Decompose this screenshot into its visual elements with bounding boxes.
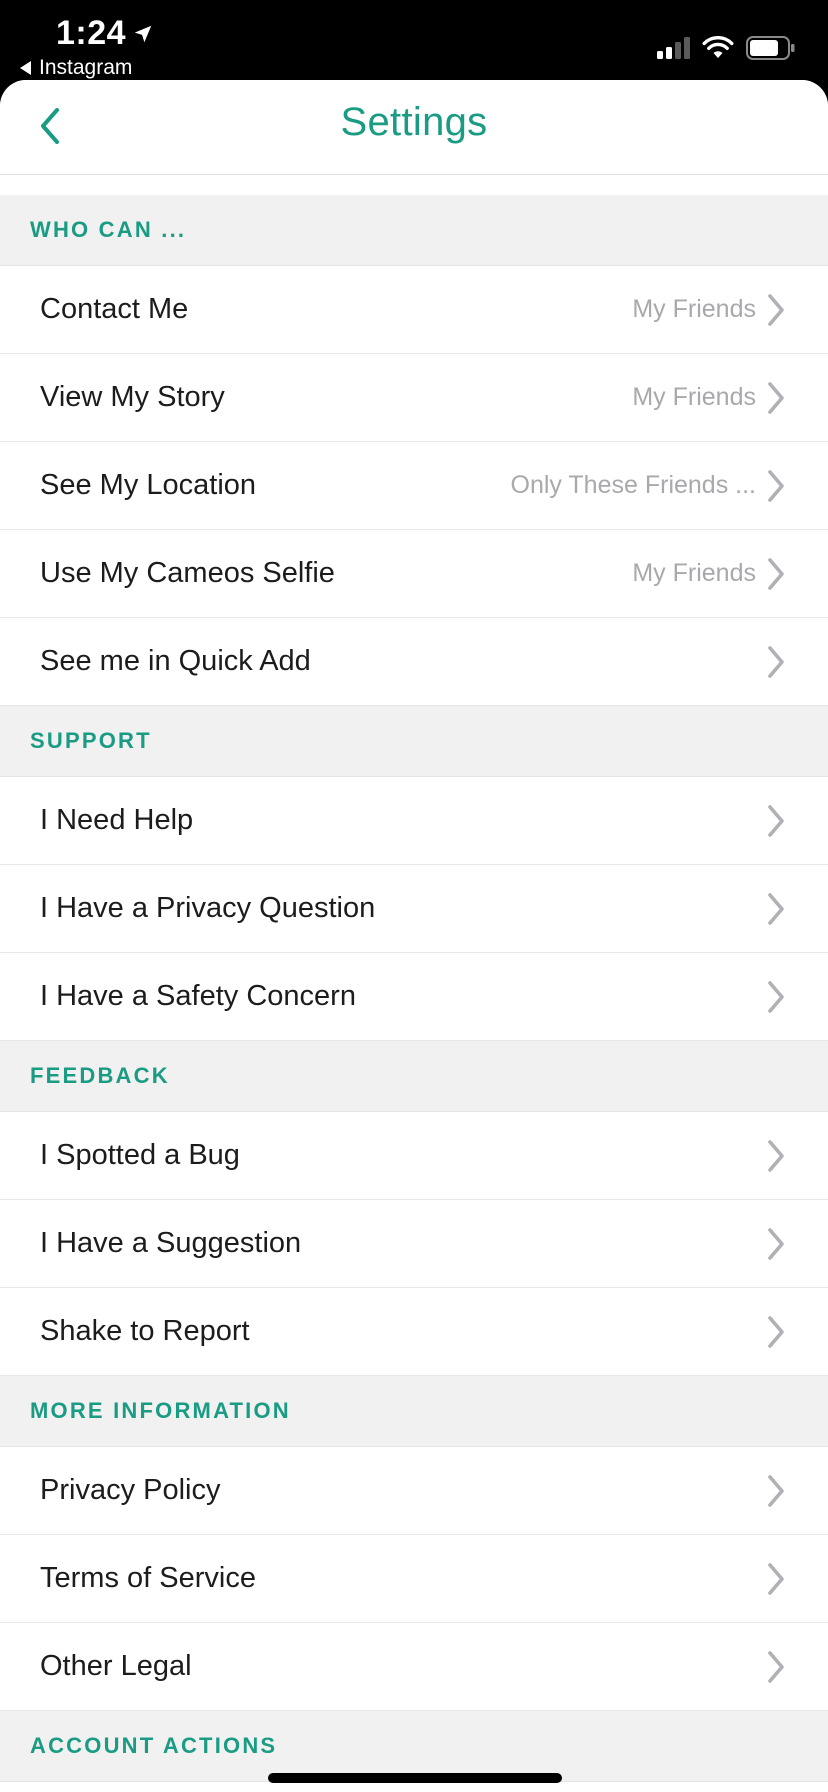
- settings-row[interactable]: I Have a Suggestion: [0, 1200, 828, 1288]
- settings-row[interactable]: Use My Cameos Selfie My Friends: [0, 530, 828, 618]
- settings-row-label: I Have a Privacy Question: [40, 892, 376, 924]
- chevron-right-icon: [764, 1649, 788, 1685]
- location-arrow-icon: [134, 25, 152, 42]
- settings-row-value: My Friends: [632, 295, 756, 323]
- section-header: SUPPORT: [0, 706, 828, 777]
- settings-row[interactable]: I Have a Privacy Question: [0, 865, 828, 953]
- chevron-right-icon: [764, 292, 788, 328]
- chevron-right-icon: [764, 556, 788, 592]
- section-header: ACCOUNT ACTIONS: [0, 1711, 828, 1782]
- chevron-right-icon: [764, 979, 788, 1015]
- chevron-right-icon: [764, 1226, 788, 1262]
- settings-row-label: Privacy Policy: [40, 1474, 221, 1506]
- settings-row-value: My Friends: [632, 559, 756, 587]
- settings-row[interactable]: View My Story My Friends: [0, 354, 828, 442]
- chevron-right-icon: [764, 380, 788, 416]
- wifi-icon: [702, 36, 734, 58]
- status-bar: 1:24 Instagram: [0, 0, 828, 82]
- settings-row[interactable]: Shake to Report: [0, 1288, 828, 1376]
- settings-row[interactable]: I Have a Safety Concern: [0, 953, 828, 1041]
- page-title: Settings: [340, 100, 488, 144]
- chevron-right-icon: [764, 1473, 788, 1509]
- settings-row[interactable]: Contact Me My Friends: [0, 266, 828, 354]
- settings-row-label: Shake to Report: [40, 1315, 250, 1347]
- settings-row-label: I Need Help: [40, 804, 194, 836]
- chevron-right-icon: [764, 1561, 788, 1597]
- section-header: FEEDBACK: [0, 1041, 828, 1112]
- status-time: 1:24: [56, 14, 154, 53]
- settings-row-label: Terms of Service: [40, 1562, 256, 1594]
- settings-row-label: View My Story: [40, 381, 225, 413]
- settings-row-value: My Friends: [632, 383, 756, 411]
- settings-row-value: Only These Friends ...: [510, 471, 756, 499]
- settings-list: WHO CAN ... Contact Me My Friends View My S…: [0, 195, 828, 1782]
- settings-row-label: See me in Quick Add: [40, 645, 311, 677]
- navigation-bar: Settings: [0, 80, 828, 175]
- settings-row-label: Other Legal: [40, 1650, 192, 1682]
- settings-row-label: I Spotted a Bug: [40, 1139, 240, 1171]
- chevron-right-icon: [764, 468, 788, 504]
- settings-row-label: See My Location: [40, 469, 257, 501]
- home-indicator: [268, 1773, 562, 1783]
- settings-row[interactable]: Other Legal: [0, 1623, 828, 1711]
- settings-sheet: Settings WHO CAN ... Contact Me My Friends…: [0, 80, 828, 1792]
- settings-row[interactable]: See My Location Only These Friends ...: [0, 442, 828, 530]
- settings-row[interactable]: Privacy Policy: [0, 1447, 828, 1535]
- settings-row-label: Contact Me: [40, 293, 189, 325]
- section-header: WHO CAN ...: [0, 195, 828, 266]
- chevron-right-icon: [764, 803, 788, 839]
- chevron-right-icon: [764, 891, 788, 927]
- settings-row-label: I Have a Suggestion: [40, 1227, 302, 1259]
- status-indicators: [657, 36, 796, 60]
- chevron-right-icon: [764, 644, 788, 680]
- status-time-text: 1:24: [56, 14, 127, 52]
- settings-row-label: I Have a Safety Concern: [40, 980, 356, 1012]
- chevron-right-icon: [764, 1314, 788, 1350]
- back-triangle-icon: [20, 61, 31, 75]
- chevron-right-icon: [764, 1138, 788, 1174]
- top-spacer: [0, 175, 828, 195]
- cellular-signal-icon: [657, 37, 690, 59]
- settings-row[interactable]: I Spotted a Bug: [0, 1112, 828, 1200]
- back-to-app-link[interactable]: Instagram: [20, 56, 132, 80]
- settings-row[interactable]: Terms of Service: [0, 1535, 828, 1623]
- section-header: MORE INFORMATION: [0, 1376, 828, 1447]
- back-to-app-label: Instagram: [39, 56, 133, 79]
- battery-icon: [746, 36, 795, 60]
- settings-row[interactable]: See me in Quick Add: [0, 618, 828, 706]
- settings-row[interactable]: I Need Help: [0, 777, 828, 865]
- settings-row-label: Use My Cameos Selfie: [40, 557, 335, 589]
